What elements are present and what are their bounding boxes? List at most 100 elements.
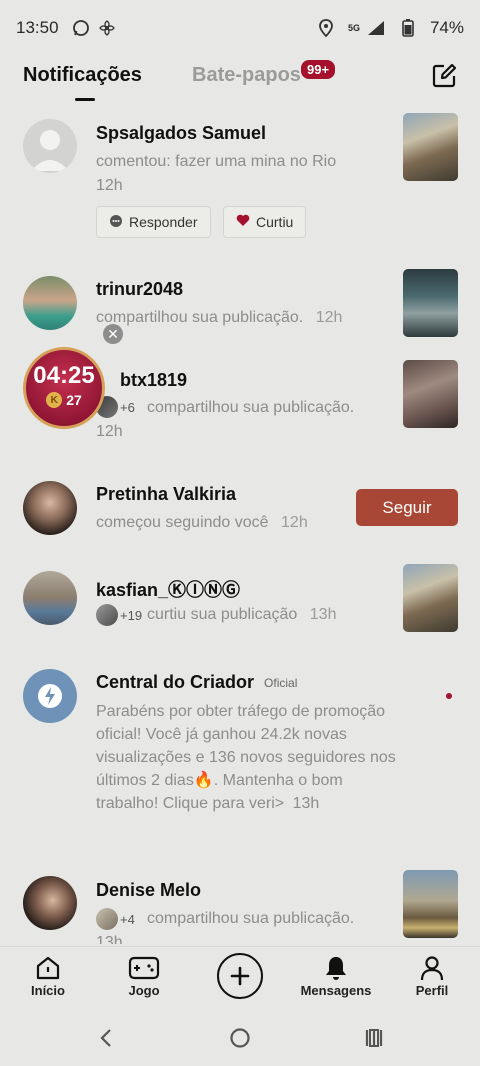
nav-messages-label: Mensagens	[300, 983, 372, 998]
extra-count: +6	[120, 399, 135, 415]
bell-icon	[296, 953, 376, 983]
notification-name-row[interactable]: Central do Criador Oficial	[96, 672, 297, 693]
notification-time: 13h	[309, 606, 337, 623]
notification-name[interactable]: Central do Criador	[96, 672, 254, 693]
header: Notificações Bate-papos 99+	[0, 56, 480, 104]
tab-chats[interactable]: Bate-papos	[192, 64, 301, 87]
notification-name[interactable]: Denise Melo	[96, 880, 201, 901]
nav-messages[interactable]: Mensagens	[296, 953, 376, 998]
signal-icon	[366, 18, 386, 38]
status-bar: 13:50 5G 74%	[0, 0, 480, 56]
official-tag: Oficial	[264, 675, 298, 690]
notification-name[interactable]: trinur2048	[96, 279, 183, 300]
notification-time: 13h	[292, 795, 320, 812]
extra-count: +19	[120, 607, 143, 623]
reply-button[interactable]: Responder	[96, 206, 211, 238]
post-thumbnail[interactable]	[403, 113, 458, 181]
nav-home[interactable]: Início	[8, 953, 88, 998]
compose-icon[interactable]	[430, 62, 458, 90]
post-thumbnail[interactable]	[403, 564, 458, 632]
notification-item[interactable]: trinur2048 compartilhou sua publicação. …	[0, 264, 480, 344]
coin-count-row: K 27	[26, 392, 102, 408]
reward-timer-widget[interactable]: 04:25 K 27	[23, 347, 105, 429]
notification-text: comentou: fazer uma mina no Rio	[96, 153, 337, 170]
follow-button[interactable]: Seguir	[356, 489, 458, 526]
notification-time: 12h	[315, 309, 343, 326]
notification-name[interactable]: kasfian_ⓀⒾⓃⒼ	[96, 576, 240, 602]
active-tab-indicator	[75, 98, 95, 101]
chats-unread-badge: 99+	[299, 58, 338, 81]
create-post-button[interactable]	[217, 953, 263, 999]
status-time: 13:50	[16, 18, 59, 37]
plus-icon	[230, 966, 250, 986]
notification-text-block: Parabéns por obter tráfego de promoção o…	[96, 700, 396, 815]
notification-text-row: começou seguindo você 12h	[96, 514, 308, 532]
notification-time: 13h	[96, 934, 123, 944]
gamepad-icon	[104, 953, 184, 983]
notification-item[interactable]: Denise Melo +4 compartilhou sua publicaç…	[0, 864, 480, 944]
nav-home-label: Início	[31, 983, 65, 998]
user-stack[interactable]: +4	[96, 908, 135, 930]
mini-avatar	[96, 604, 118, 626]
heart-icon	[236, 214, 250, 230]
notification-item[interactable]: Pretinha Valkiria começou seguindo você …	[0, 474, 480, 544]
user-stack[interactable]: +19	[96, 604, 142, 626]
extra-count: +4	[120, 911, 135, 927]
home-icon	[8, 953, 88, 983]
notification-text: compartilhou sua publicação.	[96, 309, 304, 326]
network-type: 5G	[347, 23, 360, 33]
tab-notifications[interactable]: Notificações	[23, 64, 142, 87]
nav-game-label: Jogo	[128, 983, 160, 998]
liked-button[interactable]: Curtiu	[223, 206, 307, 238]
recents-icon[interactable]	[360, 1026, 388, 1050]
creator-center-icon[interactable]	[23, 669, 77, 723]
location-icon	[316, 18, 336, 38]
notification-text: compartilhou sua publicação.	[147, 910, 355, 927]
notification-time: 12h	[96, 423, 123, 440]
reply-label: Responder	[129, 214, 198, 230]
avatar[interactable]	[23, 481, 77, 535]
battery-icon	[398, 18, 418, 38]
nav-profile[interactable]: Perfil	[392, 953, 472, 998]
notification-item[interactable]: kasfian_ⓀⒾⓃⒼ +19 curtiu sua publicação 1…	[0, 564, 480, 644]
notification-text: Parabéns por obter tráfego de promoção o…	[96, 703, 396, 812]
coin-count: 27	[66, 392, 82, 408]
avatar[interactable]	[23, 876, 77, 930]
mini-avatar	[96, 908, 118, 930]
notification-time: 12h	[281, 514, 308, 531]
notification-name[interactable]: btx1819	[120, 370, 187, 391]
bottom-navigation: Início Jogo Mensagens Perfil	[0, 946, 480, 1008]
notification-text: curtiu sua publicação	[147, 606, 298, 623]
post-thumbnail[interactable]	[403, 269, 458, 337]
avatar[interactable]	[23, 276, 77, 330]
system-navigation	[0, 1010, 480, 1066]
comment-icon	[109, 214, 123, 231]
battery-level: 74%	[429, 18, 464, 37]
notification-time: 12h	[96, 177, 123, 194]
home-circle-icon[interactable]	[226, 1026, 254, 1050]
avatar[interactable]	[23, 571, 77, 625]
coin-icon: K	[46, 392, 63, 408]
notification-item[interactable]: Spsalgados Samuel comentou: fazer uma mi…	[0, 104, 480, 254]
notification-text: compartilhou sua publicação.	[147, 399, 355, 416]
avatar[interactable]	[23, 119, 77, 173]
notification-item[interactable]: Central do Criador Oficial Parabéns por …	[0, 664, 480, 844]
notification-list: Spsalgados Samuel comentou: fazer uma mi…	[0, 104, 480, 944]
back-icon[interactable]	[92, 1026, 120, 1050]
notification-name[interactable]: Spsalgados Samuel	[96, 123, 266, 144]
whatsapp-icon	[71, 18, 91, 38]
nav-game[interactable]: Jogo	[104, 953, 184, 998]
post-thumbnail[interactable]	[403, 360, 458, 428]
notification-name[interactable]: Pretinha Valkiria	[96, 484, 236, 505]
nav-profile-label: Perfil	[415, 983, 449, 998]
unread-dot	[446, 693, 452, 699]
profile-icon	[392, 953, 472, 983]
fan-icon	[97, 18, 117, 38]
notification-text-row: curtiu sua publicação 13h	[147, 606, 336, 624]
post-thumbnail[interactable]	[403, 870, 458, 938]
timer-value: 04:25	[33, 362, 95, 389]
notification-text-row: compartilhou sua publicação. 12h	[96, 309, 342, 327]
liked-label: Curtiu	[256, 214, 294, 230]
notification-text: começou seguindo você	[96, 514, 269, 531]
close-timer-button[interactable]: ✕	[103, 324, 123, 344]
